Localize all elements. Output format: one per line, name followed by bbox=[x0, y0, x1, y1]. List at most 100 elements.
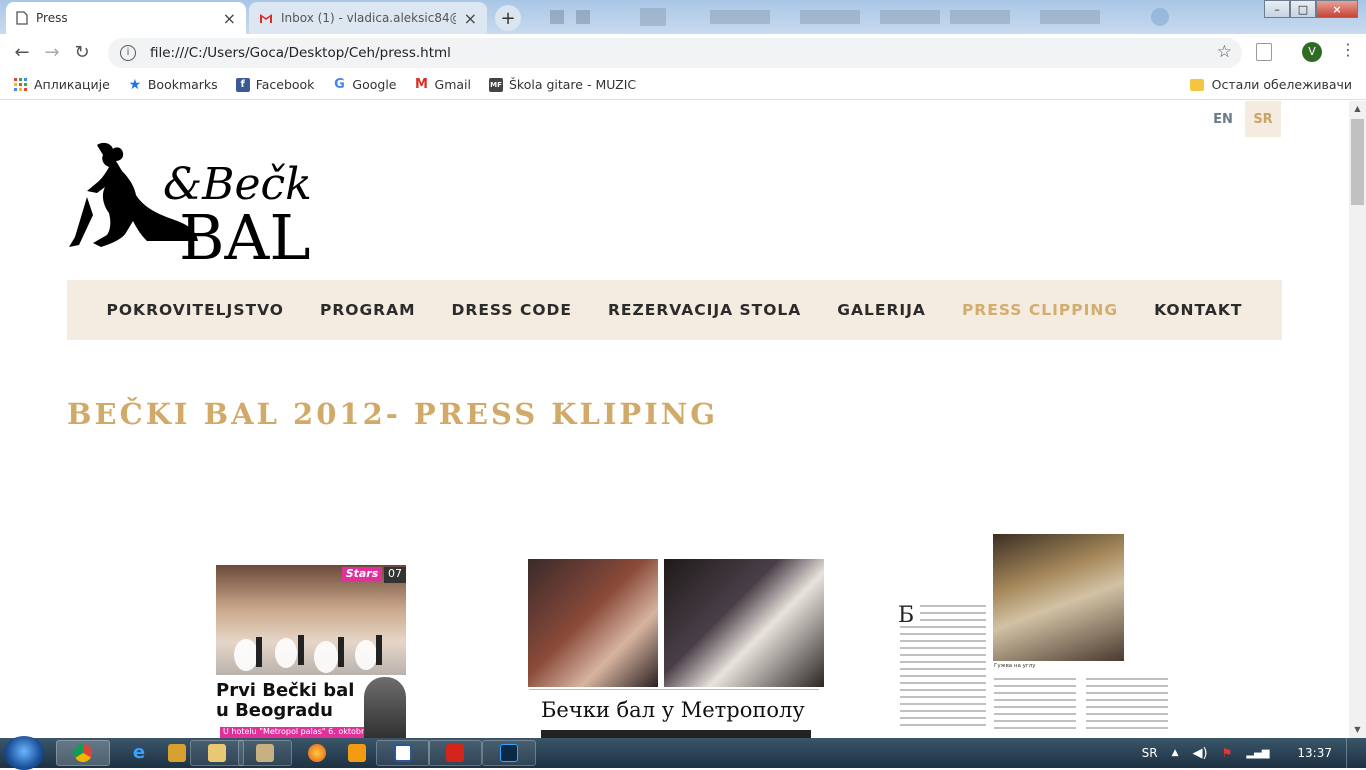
nav-press-clipping[interactable]: PRESS CLIPPING bbox=[962, 301, 1118, 319]
main-nav: POKROVITELJSTVO PROGRAM DRESS CODE REZER… bbox=[67, 280, 1282, 340]
windows-taskbar: e SR ▲ ◀) ⚑ ▂▄▆ 13:37 bbox=[0, 736, 1366, 770]
acrobat-icon bbox=[446, 744, 464, 762]
start-button[interactable] bbox=[4, 736, 44, 770]
volume-icon[interactable]: ◀) bbox=[1192, 746, 1207, 761]
reload-icon[interactable]: ↻ bbox=[67, 42, 97, 63]
taskbar-chrome[interactable] bbox=[56, 740, 110, 766]
scroll-down-icon[interactable]: ▼ bbox=[1349, 722, 1366, 738]
press-clipping-1[interactable]: Stars 07 Prvi Bečki bal u Beogradu U hot… bbox=[216, 565, 406, 738]
tab-title: Inbox (1) - vladica.aleksic84@gm bbox=[281, 11, 456, 25]
taskbar-photoshop[interactable] bbox=[482, 740, 536, 766]
clock[interactable]: 13:37 bbox=[1297, 746, 1332, 760]
clipping-headline: Prvi Bečki bal u Beogradu bbox=[216, 680, 355, 721]
avatar[interactable]: V bbox=[1302, 42, 1322, 62]
menu-dots-icon[interactable]: ⋮ bbox=[1340, 40, 1356, 59]
page-viewport: EN SR &Bečki BAL POKROVITELJSTVO PROGRAM… bbox=[0, 101, 1349, 738]
tab-strip: Press × Inbox (1) - vladica.aleksic84@gm… bbox=[0, 0, 1366, 34]
bookmark-facebook[interactable]: f Facebook bbox=[235, 77, 315, 92]
firefox-icon bbox=[308, 744, 326, 762]
bookmark-apps[interactable]: Апликације bbox=[14, 77, 110, 92]
page-icon bbox=[16, 11, 28, 25]
page-number: 07 bbox=[384, 567, 406, 583]
press-clipping-2[interactable]: Бечки бал у Метрополу bbox=[527, 558, 825, 738]
new-tab-button[interactable]: + bbox=[495, 5, 521, 31]
bookmarks-bar: Апликације ★ Bookmarks f Facebook G Goog… bbox=[0, 70, 1366, 100]
back-icon[interactable]: ← bbox=[7, 42, 37, 63]
logo-line2: BAL bbox=[179, 201, 311, 261]
bookmark-label: Апликације bbox=[34, 77, 110, 92]
flag-icon[interactable]: ⚑ bbox=[1222, 746, 1233, 760]
gmail-icon bbox=[260, 13, 272, 23]
clipping-headline: Бечки бал у Метрополу bbox=[541, 698, 805, 722]
facebook-icon: f bbox=[235, 77, 250, 92]
tab-inbox[interactable]: Inbox (1) - vladica.aleksic84@gm × bbox=[249, 2, 487, 34]
taskbar-acrobat[interactable] bbox=[428, 740, 482, 766]
other-bookmarks[interactable]: Остали обележивачи bbox=[1189, 77, 1352, 92]
tab-press[interactable]: Press × bbox=[6, 2, 246, 34]
window-controls: – □ × bbox=[1264, 0, 1358, 18]
bookmark-label: Facebook bbox=[255, 77, 315, 92]
show-desktop-button[interactable] bbox=[1346, 738, 1356, 768]
nav-pokroviteljstvo[interactable]: POKROVITELJSTVO bbox=[107, 301, 284, 319]
nav-rezervacija-stola[interactable]: REZERVACIJA STOLA bbox=[608, 301, 801, 319]
close-tab-icon[interactable]: × bbox=[223, 9, 236, 28]
scroll-thumb[interactable] bbox=[1351, 119, 1364, 205]
close-window-button[interactable]: × bbox=[1316, 0, 1358, 18]
input-language[interactable]: SR bbox=[1142, 746, 1158, 760]
nav-program[interactable]: PROGRAM bbox=[320, 301, 416, 319]
other-bookmarks-label: Остали обележивачи bbox=[1211, 77, 1352, 92]
ballroom-photo-detail bbox=[234, 635, 382, 673]
lang-en-button[interactable]: EN bbox=[1205, 101, 1241, 137]
apps-grid-icon bbox=[14, 77, 28, 92]
word-icon bbox=[394, 744, 412, 762]
network-icon[interactable]: ▂▄▆ bbox=[1246, 748, 1269, 759]
google-icon: G bbox=[334, 77, 345, 92]
scroll-up-icon[interactable]: ▲ bbox=[1349, 101, 1366, 117]
becki-bal-logo[interactable]: &Bečki BAL bbox=[67, 137, 312, 261]
gmail-icon: M bbox=[415, 77, 428, 92]
bookmark-google[interactable]: G Google bbox=[332, 77, 396, 92]
minimize-button[interactable]: – bbox=[1264, 0, 1290, 18]
lightning-icon bbox=[168, 744, 186, 762]
url-text: file:///C:/Users/Goca/Desktop/Ceh/press.… bbox=[150, 45, 451, 61]
browser-toolbar: ← → ↻ i file:///C:/Users/Goca/Desktop/Ce… bbox=[0, 34, 1366, 70]
star-icon: ★ bbox=[128, 76, 142, 93]
nav-galerija[interactable]: GALERIJA bbox=[837, 301, 926, 319]
bookmark-bookmarks[interactable]: ★ Bookmarks bbox=[128, 76, 218, 93]
article-text-lines bbox=[900, 605, 1168, 729]
bookmark-label: Bookmarks bbox=[147, 77, 218, 92]
nav-kontakt[interactable]: KONTAKT bbox=[1154, 301, 1242, 319]
window-icon bbox=[256, 744, 274, 762]
bookmark-star-icon[interactable]: ☆ bbox=[1217, 42, 1232, 62]
bookmark-label: Škola gitare - MUZIC bbox=[508, 77, 637, 92]
taskbar-program[interactable] bbox=[238, 740, 292, 766]
press-clipping-3[interactable]: Гужва на углу Б bbox=[898, 533, 1170, 738]
system-tray: SR ▲ ◀) ⚑ ▂▄▆ 13:37 bbox=[1142, 738, 1356, 768]
chrome-icon bbox=[74, 744, 92, 762]
close-tab-icon[interactable]: × bbox=[464, 9, 477, 28]
bookmark-label: Google bbox=[352, 77, 397, 92]
photoshop-icon bbox=[500, 744, 518, 762]
address-bar[interactable]: i file:///C:/Users/Goca/Desktop/Ceh/pres… bbox=[108, 38, 1242, 68]
stars-badge: Stars bbox=[342, 567, 382, 581]
bookmark-gmail[interactable]: M Gmail bbox=[415, 77, 471, 92]
bookmark-skola-gitare[interactable]: MF Škola gitare - MUZIC bbox=[488, 77, 637, 92]
nav-dress-code[interactable]: DRESS CODE bbox=[452, 301, 572, 319]
folder-icon bbox=[208, 744, 226, 762]
taskbar-word[interactable] bbox=[376, 740, 430, 766]
clipping-subline: U hotelu "Metropol palas" 6. oktobra bbox=[220, 727, 364, 738]
ie-icon: e bbox=[132, 742, 146, 763]
person-photo bbox=[364, 677, 406, 738]
dance-photo-1 bbox=[528, 559, 658, 687]
taskbar-explorer[interactable] bbox=[190, 740, 244, 766]
forward-icon[interactable]: → bbox=[37, 42, 67, 63]
maximize-button[interactable]: □ bbox=[1290, 0, 1316, 18]
show-hidden-icons[interactable]: ▲ bbox=[1172, 748, 1179, 758]
extension-icon[interactable] bbox=[1256, 43, 1272, 61]
bookmark-label: Gmail bbox=[434, 77, 471, 92]
info-icon[interactable]: i bbox=[120, 45, 136, 61]
page-scrollbar[interactable]: ▲ ▼ bbox=[1349, 101, 1366, 738]
lang-sr-button[interactable]: SR bbox=[1245, 101, 1281, 137]
mf-icon: MF bbox=[488, 77, 503, 92]
page-title: BEČKI BAL 2012- PRESS KLIPING bbox=[67, 397, 719, 431]
